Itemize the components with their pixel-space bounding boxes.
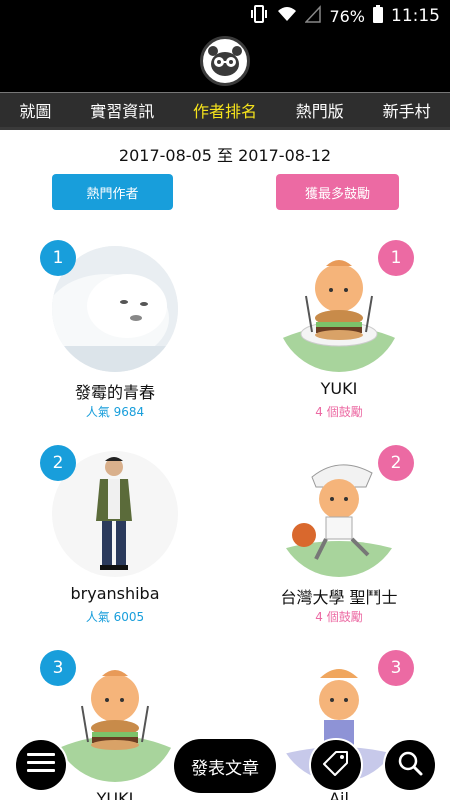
signal-icon (304, 5, 322, 27)
rank-badge: 2 (378, 445, 414, 481)
clock: 11:15 (391, 6, 440, 26)
rank-badge: 1 (378, 240, 414, 276)
search-button[interactable] (383, 738, 437, 792)
app-header (0, 32, 450, 92)
popularity-count: 人氣 9684 (85, 405, 145, 419)
author-card[interactable]: 1 發霉的青春 人氣 9684 (40, 240, 190, 421)
author-name: 發霉的青春 (74, 383, 155, 402)
app-logo-icon[interactable] (200, 36, 250, 86)
tab-internship[interactable]: 實習資訊 (86, 98, 158, 122)
popularity-count: 人氣 6005 (85, 610, 145, 624)
date-range: 2017-08-05 至 2017-08-12 (118, 146, 332, 165)
hamburger-icon (27, 752, 55, 778)
tag-button[interactable] (309, 738, 363, 792)
tab-drawings[interactable]: 就圖 (15, 98, 55, 122)
rank-badge: 3 (378, 650, 414, 686)
tab-author-ranking[interactable]: 作者排名 (189, 98, 261, 122)
author-name: 台灣大學 聖鬥士 (280, 588, 398, 607)
vibrate-icon (249, 5, 269, 27)
tab-popular-boards[interactable]: 熱門版 (292, 98, 348, 122)
menu-button[interactable] (14, 738, 68, 792)
tab-newbie-village[interactable]: 新手村 (379, 98, 435, 122)
rank-badge: 3 (40, 650, 76, 686)
search-icon (396, 749, 424, 781)
status-bar: 76% 11:15 (0, 0, 450, 32)
encourage-count: 4 個鼓勵 (315, 610, 363, 624)
popular-authors-button[interactable]: 熱門作者 (52, 174, 173, 210)
category-tabs: 就圖 實習資訊 作者排名 熱門版 新手村 (0, 92, 450, 130)
author-card[interactable]: 2 bryanshiba 人氣 6005 (40, 445, 190, 626)
battery-percent: 76% (329, 6, 365, 26)
author-card[interactable]: 1 YUKI 4 個鼓勵 (264, 240, 414, 421)
author-name: YUKI (96, 789, 134, 800)
rank-badge: 1 (40, 240, 76, 276)
encourage-count: 4 個鼓勵 (315, 405, 363, 419)
wifi-icon (277, 5, 297, 27)
author-card[interactable]: 2 台灣大學 聖鬥士 4 個鼓勵 (264, 445, 414, 626)
author-name: bryanshiba (70, 584, 160, 603)
battery-icon (373, 5, 383, 27)
rank-badge: 2 (40, 445, 76, 481)
tag-icon (322, 749, 350, 781)
most-encouraged-button[interactable]: 獲最多鼓勵 (276, 174, 399, 210)
post-article-button[interactable]: 發表文章 (174, 739, 276, 793)
author-name: YUKI (320, 379, 358, 398)
